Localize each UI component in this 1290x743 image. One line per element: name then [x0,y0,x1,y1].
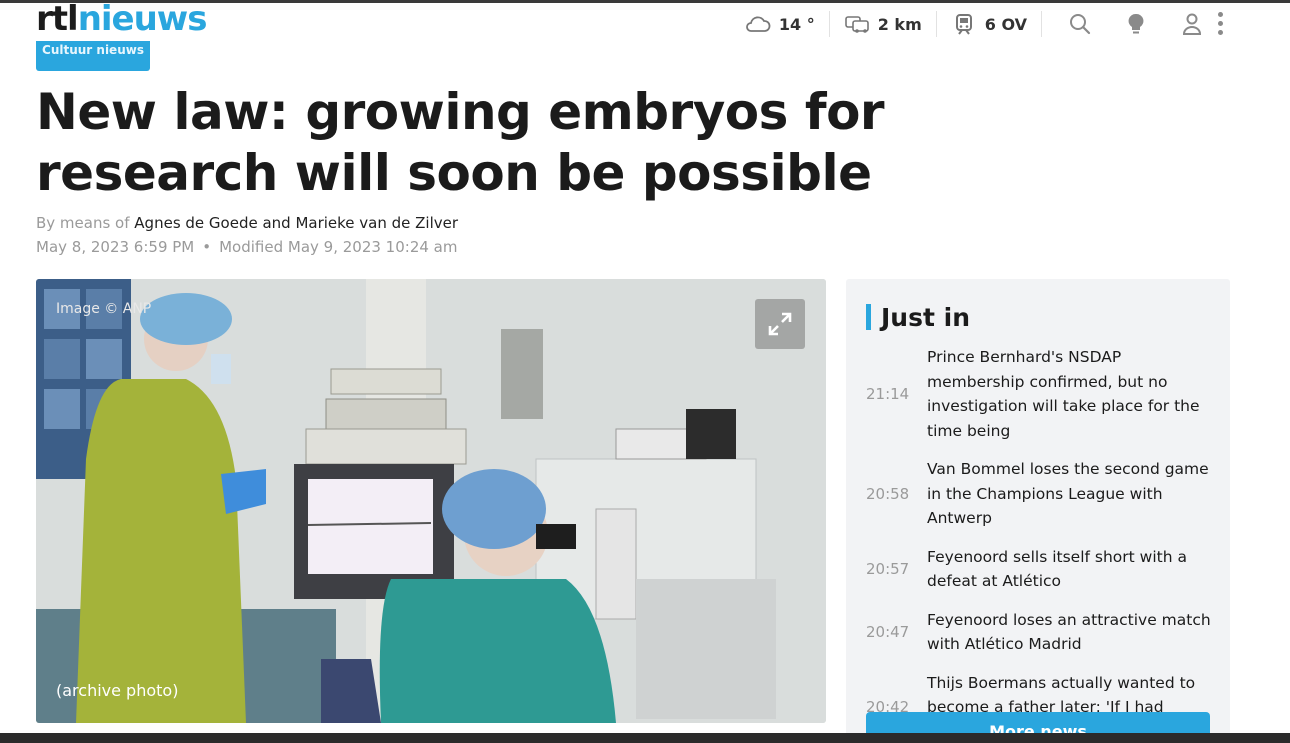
separator-dot: • [202,238,212,256]
category-label: Cultuur nieuws [42,43,144,57]
car-icon [844,12,870,36]
just-in-sidebar: Just in 21:14 Prince Bernhard's NSDAP me… [846,279,1230,739]
transit-widget[interactable]: 6 OV [937,11,1042,37]
news-time: 21:14 [866,385,910,403]
cloud-icon [745,12,771,36]
lightbulb-icon[interactable] [1112,11,1160,37]
header-utilities: 14 ° 2 km 6 OV [731,9,1230,39]
logo-nieuws: nieuws [77,0,208,39]
expand-icon[interactable] [755,299,805,349]
list-item[interactable]: 20:47 Feyenoord loses an attractive matc… [866,608,1216,657]
list-item[interactable]: 20:58 Van Bommel loses the second game i… [866,457,1216,531]
published-date: May 8, 2023 6:59 PM [36,238,195,256]
user-icon[interactable] [1168,11,1216,37]
image-credit: Image © ANP [56,301,152,317]
just-in-title: Just in [881,302,971,332]
rtl-nieuws-logo[interactable]: rtl nieuws [36,0,208,39]
dateline: May 8, 2023 6:59 PM • Modified May 9, 2023… [36,238,457,256]
bottom-edge [0,733,1290,743]
weather-temp: 14 ° [778,14,815,34]
lab-photo-illustration [36,279,826,723]
modified-date: Modified May 9, 2023 10:24 am [219,238,458,256]
search-icon[interactable] [1056,11,1104,37]
logo-rtl: rtl [36,0,79,39]
site-header: rtl nieuws 14 ° 2 km 6 OV [0,0,1290,41]
byline-prefix: By means of [36,214,130,232]
weather-widget[interactable]: 14 ° [731,11,830,37]
byline: By means of Agnes de Goede and Marieke v… [36,214,458,232]
hero-image[interactable]: Image © ANP (archive photo) [36,279,826,723]
list-item[interactable]: 20:57 Feyenoord sells itself short with … [866,545,1216,594]
more-vertical-icon[interactable] [1212,9,1228,37]
news-list: 21:14 Prince Bernhard's NSDAP membership… [866,345,1216,739]
authors[interactable]: Agnes de Goede and Marieke van de Zilver [134,214,458,232]
news-time: 20:57 [866,560,910,578]
image-caption: (archive photo) [56,681,179,700]
traffic-widget[interactable]: 2 km [830,11,937,37]
news-headline[interactable]: Prince Bernhard's NSDAP membership confi… [927,345,1216,443]
category-tag[interactable]: Cultuur nieuws [36,41,150,71]
list-item[interactable]: 21:14 Prince Bernhard's NSDAP membership… [866,345,1216,443]
news-headline[interactable]: Feyenoord loses an attractive match with… [927,608,1216,657]
news-time: 20:47 [866,623,910,641]
train-icon [951,12,977,36]
heading-accent-bar [866,304,871,330]
traffic-value: 2 km [877,14,922,34]
news-headline[interactable]: Feyenoord sells itself short with a defe… [927,545,1216,594]
just-in-heading: Just in [866,301,970,333]
transit-value: 6 OV [984,14,1027,34]
article-title: New law: growing embryos for research wi… [36,83,885,202]
news-headline[interactable]: Van Bommel loses the second game in the … [927,457,1216,531]
header-buttons [1042,11,1230,37]
news-time: 20:58 [866,484,910,503]
